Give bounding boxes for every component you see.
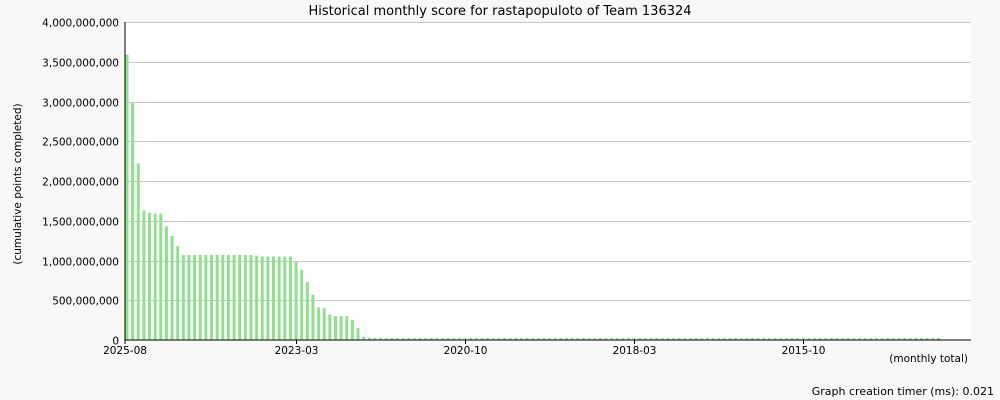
- bar: [176, 246, 180, 340]
- y-tick-label: 3,500,000,000: [42, 58, 119, 70]
- y-tick-label: 1,000,000,000: [42, 257, 119, 269]
- bar: [136, 163, 140, 340]
- y-tick-label: 2,500,000,000: [42, 137, 119, 149]
- y-tick-label: 2,000,000,000: [42, 177, 119, 189]
- x-axis-ticks: 2025-08 2023-03 2020-10 2018-03 2015-10: [103, 340, 825, 357]
- bar-chart: Historical monthly score for rastapopulo…: [12, 4, 971, 365]
- bar: [193, 254, 197, 340]
- bar: [142, 210, 146, 340]
- x-tick-label: 2025-08: [103, 345, 147, 357]
- bar: [356, 328, 360, 340]
- bar: [334, 316, 337, 340]
- bar: [350, 320, 354, 341]
- chart-title: Historical monthly score for rastapopulo…: [308, 4, 691, 19]
- y-axis-label: (cumulative points completed): [12, 103, 24, 264]
- bar: [266, 256, 270, 340]
- bar: [300, 270, 304, 340]
- bar: [221, 254, 225, 340]
- bar: [226, 254, 230, 340]
- y-tick-label: 1,500,000,000: [42, 217, 119, 229]
- bar: [260, 256, 264, 340]
- bar: [204, 254, 208, 340]
- bar: [198, 254, 202, 340]
- bar: [170, 235, 174, 340]
- y-tick-label: 500,000,000: [52, 296, 119, 308]
- x-tick-label: 2018-03: [613, 345, 657, 357]
- y-axis-ticks: 0500,000,0001,000,000,0001,500,000,0002,…: [42, 18, 119, 348]
- graph-timer-text: Graph creation timer (ms): 0.021: [811, 385, 994, 398]
- bar: [125, 54, 129, 340]
- bar: [238, 254, 242, 340]
- x-tick-label: 2023-03: [275, 345, 319, 357]
- bar: [288, 256, 292, 340]
- bar: [215, 254, 219, 340]
- x-axis-label: (monthly total): [889, 353, 968, 365]
- bar: [243, 254, 247, 340]
- bar: [345, 316, 349, 340]
- bar: [277, 256, 281, 340]
- x-tick-label: 2020-10: [444, 345, 488, 357]
- bar: [164, 226, 168, 340]
- bar: [339, 316, 343, 340]
- bar: [328, 314, 332, 340]
- y-tick-label: 3,000,000,000: [42, 98, 119, 110]
- bar: [181, 254, 185, 340]
- bar: [255, 255, 259, 340]
- bar: [272, 256, 276, 340]
- bar: [187, 254, 191, 340]
- bar: [153, 213, 157, 340]
- x-tick-label: 2015-10: [782, 345, 826, 357]
- bar: [322, 308, 326, 340]
- bar: [305, 281, 309, 340]
- bar: [159, 213, 163, 340]
- bar: [131, 103, 135, 340]
- bar: [317, 307, 321, 340]
- bar: [210, 254, 214, 340]
- bar: [232, 254, 236, 340]
- y-tick-label: 4,000,000,000: [42, 18, 119, 30]
- chart: Historical monthly score for rastapopulo…: [0, 0, 1000, 400]
- bar: [249, 254, 253, 340]
- bar: [311, 294, 315, 340]
- bar: [283, 256, 287, 340]
- bar: [148, 212, 152, 340]
- bar: [294, 262, 298, 340]
